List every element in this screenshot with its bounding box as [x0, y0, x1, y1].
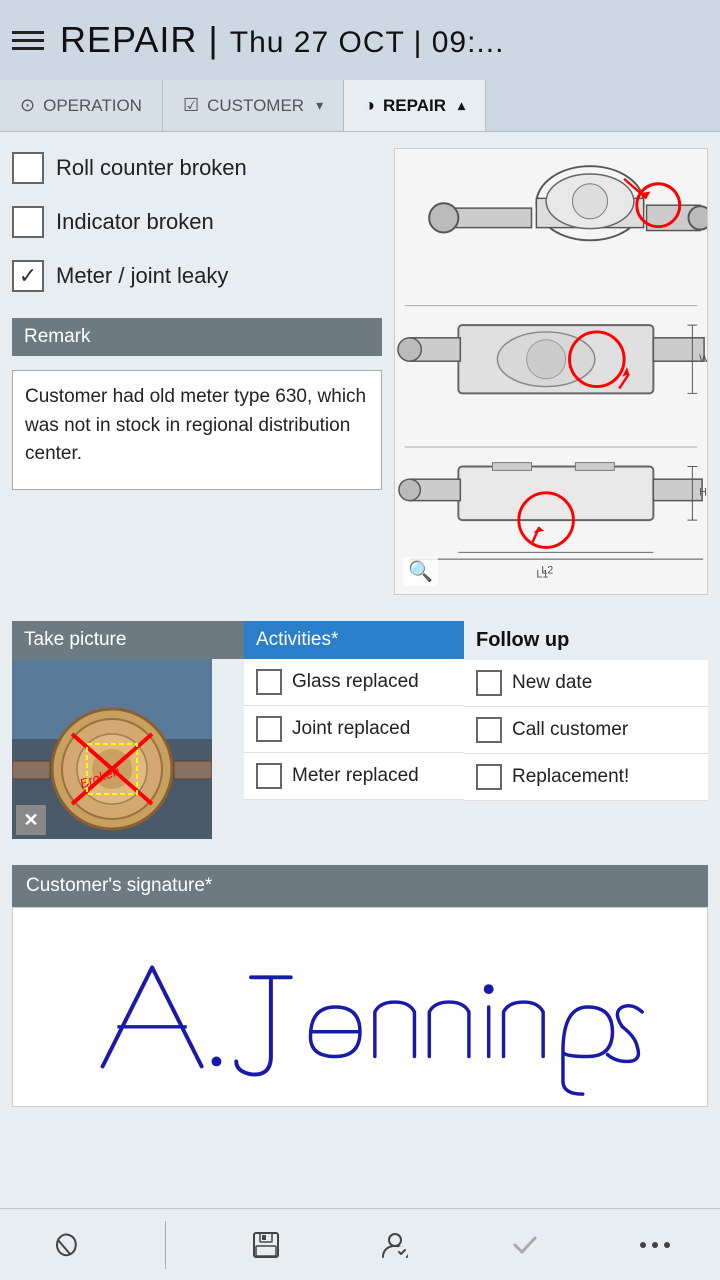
- followup-header: Follow up: [464, 621, 708, 660]
- attachment-icon: [50, 1230, 80, 1260]
- header-datetime: Thu 27 OCT | 09:...: [230, 26, 505, 59]
- signature-drawing: [13, 908, 707, 1106]
- repair-icon: ◑: [364, 95, 375, 116]
- left-panel: Roll counter broken Indicator broken ✓ M…: [12, 148, 382, 595]
- operation-icon: ⊙: [20, 95, 35, 116]
- attachment-button[interactable]: [35, 1215, 95, 1275]
- checkbox-meter-joint[interactable]: ✓ Meter / joint leaky: [12, 256, 382, 296]
- call-customer-checkbox[interactable]: [476, 717, 502, 743]
- checkbox-roll-counter[interactable]: Roll counter broken: [12, 148, 382, 188]
- toolbar-divider-1: [165, 1221, 166, 1269]
- checkbox-indicator[interactable]: Indicator broken: [12, 202, 382, 242]
- activities-header: Activities*: [244, 621, 464, 659]
- meter-diagram: W H L2 L1: [395, 149, 707, 589]
- app-header: REPAIR | Thu 27 OCT | 09:...: [0, 0, 720, 80]
- more-button[interactable]: [625, 1215, 685, 1275]
- meter-joint-label: Meter / joint leaky: [56, 263, 228, 289]
- take-picture-header: Take picture: [12, 621, 244, 659]
- joint-replaced-label: Joint replaced: [292, 718, 410, 740]
- tab-customer[interactable]: ☑ CUSTOMER ▾: [163, 80, 344, 131]
- user-icon: [380, 1230, 410, 1260]
- svg-text:L1: L1: [536, 569, 548, 581]
- followup-new-date[interactable]: New date: [464, 660, 708, 707]
- svg-text:H: H: [699, 487, 707, 499]
- tab-repair-label: REPAIR: [383, 96, 446, 116]
- check-button[interactable]: [495, 1215, 555, 1275]
- activity-meter-replaced[interactable]: Meter replaced: [244, 753, 464, 800]
- user-button[interactable]: [365, 1215, 425, 1275]
- new-date-label: New date: [512, 672, 592, 694]
- glass-replaced-checkbox[interactable]: [256, 669, 282, 695]
- bottom-toolbar: [0, 1208, 720, 1280]
- glass-replaced-label: Glass replaced: [292, 671, 419, 693]
- indicator-checkbox[interactable]: [12, 206, 44, 238]
- zoom-icon[interactable]: 🔍: [403, 557, 438, 586]
- repair-chevron-up-icon: ▴: [458, 97, 465, 114]
- roll-counter-label: Roll counter broken: [56, 155, 247, 181]
- followup-column: Follow up New date Call customer Replace…: [464, 621, 708, 839]
- new-date-checkbox[interactable]: [476, 670, 502, 696]
- main-content: Roll counter broken Indicator broken ✓ M…: [0, 132, 720, 611]
- indicator-label: Indicator broken: [56, 209, 214, 235]
- hamburger-menu[interactable]: [12, 31, 44, 50]
- tab-bar: ⊙ OPERATION ☑ CUSTOMER ▾ ◑ REPAIR ▴: [0, 80, 720, 132]
- followup-replacement[interactable]: Replacement!: [464, 754, 708, 801]
- customer-chevron-down-icon: ▾: [316, 97, 323, 114]
- remark-header: Remark: [12, 318, 382, 356]
- activities-row: Take picture: [12, 621, 708, 839]
- checkmark-icon: [510, 1230, 540, 1260]
- header-title: REPAIR | Thu 27 OCT | 09:...: [60, 19, 504, 61]
- customer-check-icon: ☑: [183, 95, 199, 116]
- lower-section: Take picture: [0, 611, 720, 865]
- followup-call-customer[interactable]: Call customer: [464, 707, 708, 754]
- signature-section: Customer's signature*: [0, 865, 720, 1127]
- meter-replaced-label: Meter replaced: [292, 765, 419, 787]
- remark-text[interactable]: Customer had old meter type 630, which w…: [12, 370, 382, 490]
- take-picture-column: Take picture: [12, 621, 244, 839]
- activity-glass-replaced[interactable]: Glass replaced: [244, 659, 464, 706]
- activity-joint-replaced[interactable]: Joint replaced: [244, 706, 464, 753]
- replacement-label: Replacement!: [512, 766, 629, 788]
- save-icon: [251, 1230, 281, 1260]
- meter-replaced-checkbox[interactable]: [256, 763, 282, 789]
- signature-header: Customer's signature*: [12, 865, 708, 907]
- header-repair-label: REPAIR: [60, 19, 197, 60]
- roll-counter-checkbox[interactable]: [12, 152, 44, 184]
- joint-replaced-checkbox[interactable]: [256, 716, 282, 742]
- tab-operation-label: OPERATION: [43, 96, 142, 116]
- more-dots-icon: [640, 1240, 670, 1250]
- diagram-panel: W H L2 L1: [394, 148, 708, 595]
- tab-repair[interactable]: ◑ REPAIR ▴: [344, 80, 486, 131]
- replacement-checkbox[interactable]: [476, 764, 502, 790]
- activities-column: Activities* Glass replaced Joint replace…: [244, 621, 464, 839]
- picture-box[interactable]: Broken ✕: [12, 659, 212, 839]
- signature-box[interactable]: [12, 907, 708, 1107]
- tab-customer-label: CUSTOMER: [207, 96, 304, 116]
- header-separator: |: [208, 19, 229, 60]
- svg-text:W: W: [699, 353, 707, 365]
- meter-joint-checkbox[interactable]: ✓: [12, 260, 44, 292]
- save-button[interactable]: [236, 1215, 296, 1275]
- close-picture-button[interactable]: ✕: [16, 805, 46, 835]
- call-customer-label: Call customer: [512, 719, 628, 741]
- tab-operation[interactable]: ⊙ OPERATION: [0, 80, 163, 131]
